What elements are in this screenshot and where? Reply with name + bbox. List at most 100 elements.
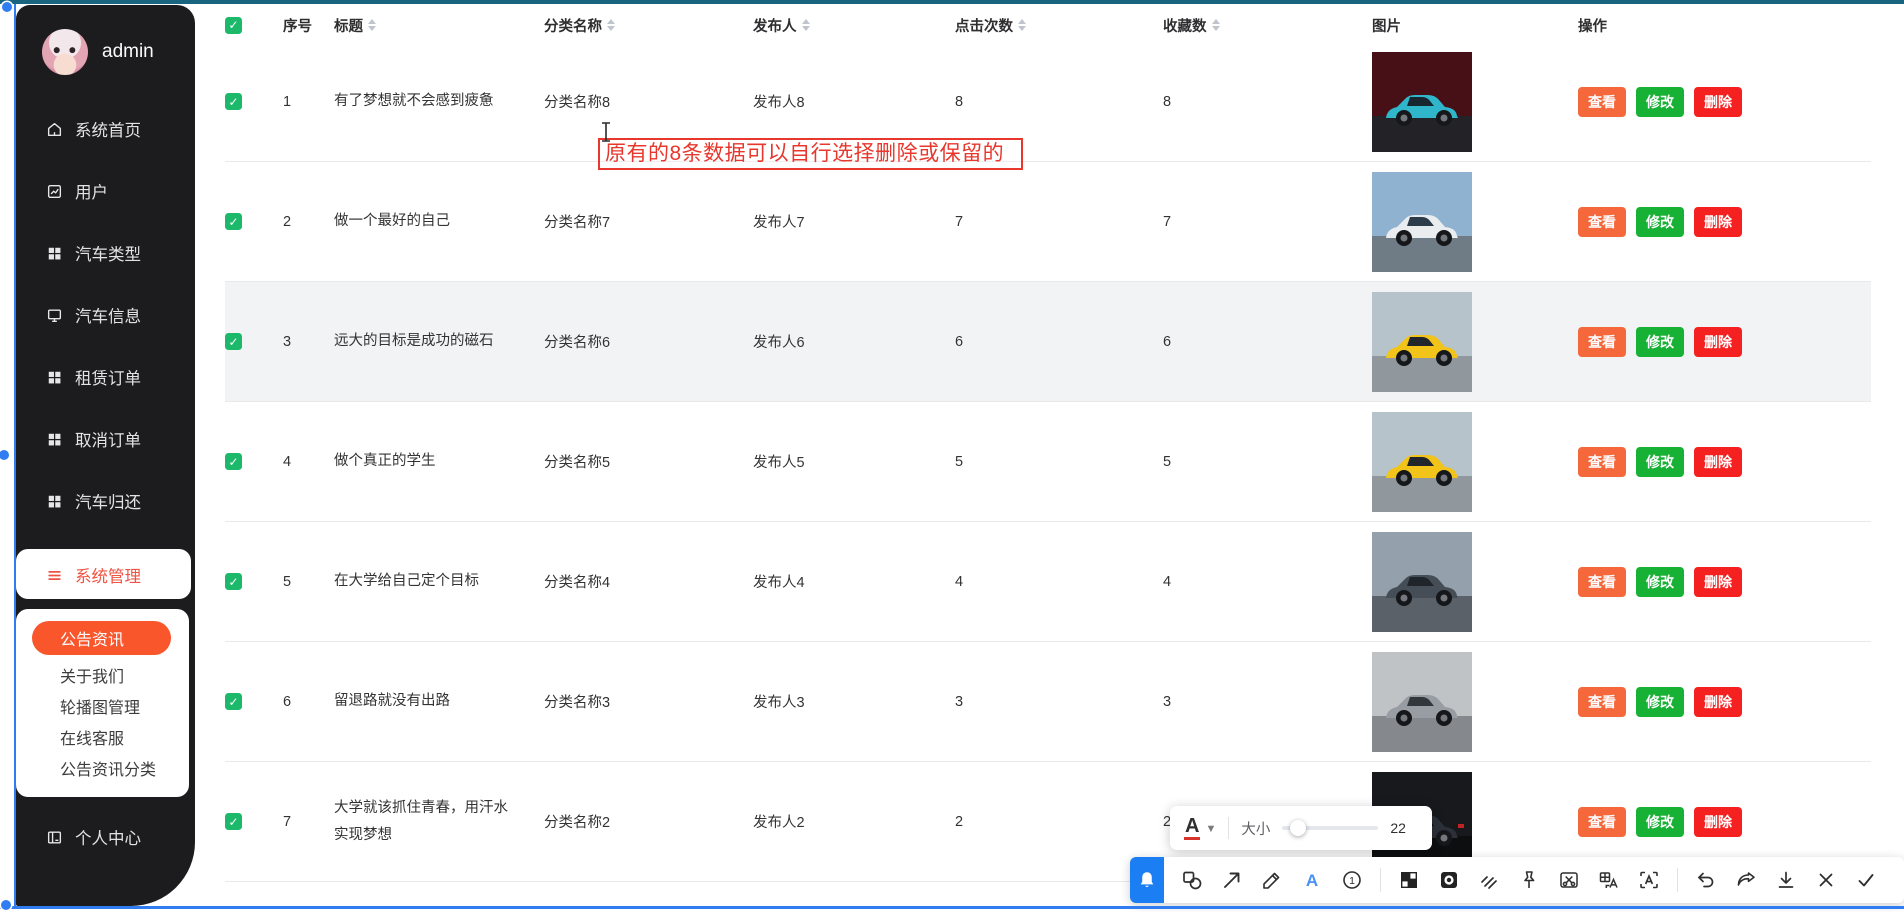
- sort-caret-icon[interactable]: [801, 19, 810, 31]
- sidebar-item-personal-center[interactable]: 个人中心: [16, 823, 195, 851]
- selection-border-bottom[interactable]: [0, 906, 1904, 909]
- select-all-checkbox[interactable]: ✓: [225, 16, 242, 34]
- sidebar-item-7[interactable]: 汽车归还: [16, 487, 195, 515]
- car-image-yellow-hatchback[interactable]: [1372, 291, 1472, 392]
- submenu-item-5[interactable]: 公告资讯分类: [16, 752, 189, 783]
- row-checkbox[interactable]: ✓: [225, 693, 242, 710]
- delete-button[interactable]: 删除: [1694, 686, 1742, 717]
- step-number-icon[interactable]: 1: [1339, 867, 1365, 893]
- sidebar-item-system-management[interactable]: 系统管理: [16, 561, 191, 589]
- delete-button[interactable]: 删除: [1694, 86, 1742, 117]
- car-image-yellow-hatchback[interactable]: [1372, 411, 1472, 512]
- text-icon[interactable]: A: [1299, 867, 1325, 893]
- sidebar-item-3[interactable]: 汽车类型: [16, 239, 195, 267]
- shape-icon[interactable]: [1179, 867, 1205, 893]
- row-publisher: 发布人8: [753, 95, 805, 111]
- blur-icon[interactable]: [1436, 867, 1462, 893]
- row-checkbox[interactable]: ✓: [225, 333, 242, 350]
- download-icon[interactable]: [1773, 867, 1799, 893]
- delete-button[interactable]: 删除: [1694, 566, 1742, 597]
- column-header-clicks[interactable]: 点击次数: [955, 15, 1163, 36]
- row-publisher: 发布人4: [753, 575, 805, 591]
- selection-border-top[interactable]: [0, 0, 1904, 4]
- table-row[interactable]: ✓ 5 在大学给自己定个目标 分类名称4 发布人4 4 4 查看 修改 删除: [225, 522, 1871, 642]
- row-checkbox[interactable]: ✓: [225, 813, 242, 830]
- column-header-category[interactable]: 分类名称: [544, 15, 753, 36]
- font-color-button[interactable]: A: [1184, 816, 1201, 840]
- annotation-text-box[interactable]: 原有的8条数据可以自行选择删除或保留的: [598, 138, 1023, 170]
- delete-button[interactable]: 删除: [1694, 206, 1742, 237]
- delete-button[interactable]: 删除: [1694, 446, 1742, 477]
- table-row[interactable]: ✓ 3 远大的目标是成功的磁石 分类名称6 发布人6 6 6 查看 修改 删除: [225, 282, 1871, 402]
- edit-button[interactable]: 修改: [1636, 566, 1684, 597]
- undo-icon[interactable]: [1693, 867, 1719, 893]
- row-category: 分类名称4: [544, 575, 611, 591]
- user-profile[interactable]: admin: [16, 29, 195, 75]
- sidebar-item-label: 个人中心: [75, 830, 141, 848]
- row-publisher: 发布人6: [753, 335, 805, 351]
- chevron-down-icon[interactable]: ▼: [1205, 823, 1216, 835]
- sidebar-item-4[interactable]: 汽车信息: [16, 301, 195, 329]
- view-button[interactable]: 查看: [1578, 686, 1626, 717]
- row-checkbox[interactable]: ✓: [225, 93, 242, 110]
- redo-icon[interactable]: [1733, 867, 1759, 893]
- row-checkbox[interactable]: ✓: [225, 453, 242, 470]
- selection-handle-left-middle[interactable]: [0, 450, 9, 460]
- sort-caret-icon[interactable]: [1211, 19, 1220, 31]
- column-header-title[interactable]: 标题: [334, 15, 544, 36]
- delete-button[interactable]: 删除: [1694, 326, 1742, 357]
- selection-border-left[interactable]: [14, 4, 16, 907]
- submenu-item-1[interactable]: 公告资讯: [32, 621, 171, 655]
- view-button[interactable]: 查看: [1578, 86, 1626, 117]
- edit-button[interactable]: 修改: [1636, 686, 1684, 717]
- view-button[interactable]: 查看: [1578, 446, 1626, 477]
- car-image-grey-boxy-suv[interactable]: [1372, 651, 1472, 752]
- edit-button[interactable]: 修改: [1636, 86, 1684, 117]
- selection-handle-top-left[interactable]: [2, 2, 12, 12]
- sidebar-item-1[interactable]: 系统首页: [16, 115, 195, 143]
- edit-button[interactable]: 修改: [1636, 446, 1684, 477]
- translate-icon[interactable]: [1596, 867, 1622, 893]
- row-checkbox[interactable]: ✓: [225, 573, 242, 590]
- edit-button[interactable]: 修改: [1636, 206, 1684, 237]
- hatch-icon[interactable]: [1476, 867, 1502, 893]
- column-header-favorites[interactable]: 收藏数: [1163, 15, 1372, 36]
- sidebar-item-6[interactable]: 取消订单: [16, 425, 195, 453]
- close-icon[interactable]: [1813, 867, 1839, 893]
- column-header-publisher[interactable]: 发布人: [753, 15, 955, 36]
- sidebar-item-5[interactable]: 租赁订单: [16, 363, 195, 391]
- car-image-white-convertible-on-road[interactable]: [1372, 171, 1472, 272]
- confirm-icon[interactable]: [1853, 867, 1879, 893]
- mosaic-icon[interactable]: [1396, 867, 1422, 893]
- car-image-grey-sedan-on-road[interactable]: [1372, 531, 1472, 632]
- submenu-item-2[interactable]: 关于我们: [16, 659, 189, 690]
- car-image-teal-sports-car-dark-red-bg[interactable]: [1372, 51, 1472, 152]
- table-row[interactable]: ✓ 2 做一个最好的自己 分类名称7 发布人7 7 7 查看 修改 删除: [225, 162, 1871, 282]
- table-row[interactable]: ✓ 1 有了梦想就不会感到疲惫 分类名称8 发布人8 8 8 查看 修改 删除: [225, 42, 1871, 162]
- sort-caret-icon[interactable]: [368, 19, 376, 31]
- delete-button[interactable]: 删除: [1694, 806, 1742, 837]
- cut-icon[interactable]: [1556, 867, 1582, 893]
- sort-caret-icon[interactable]: [1018, 19, 1026, 31]
- view-button[interactable]: 查看: [1578, 326, 1626, 357]
- pin-icon[interactable]: [1516, 867, 1542, 893]
- font-size-slider[interactable]: [1282, 820, 1379, 836]
- slider-handle[interactable]: [1289, 820, 1306, 836]
- pencil-icon[interactable]: [1259, 867, 1285, 893]
- view-button[interactable]: 查看: [1578, 206, 1626, 237]
- sort-caret-icon[interactable]: [607, 19, 615, 31]
- view-button[interactable]: 查看: [1578, 566, 1626, 597]
- sidebar-item-2[interactable]: 用户: [16, 177, 195, 205]
- view-button[interactable]: 查看: [1578, 806, 1626, 837]
- table-row[interactable]: ✓ 4 做个真正的学生 分类名称5 发布人5 5 5 查看 修改 删除: [225, 402, 1871, 522]
- submenu-item-3[interactable]: 轮播图管理: [16, 690, 189, 721]
- edit-button[interactable]: 修改: [1636, 326, 1684, 357]
- table-row[interactable]: ✓ 6 留退路就没有出路 分类名称3 发布人3 3 3 查看 修改 删除: [225, 642, 1871, 762]
- row-checkbox[interactable]: ✓: [225, 213, 242, 230]
- edit-button[interactable]: 修改: [1636, 806, 1684, 837]
- arrow-icon[interactable]: [1219, 867, 1245, 893]
- submenu-item-4[interactable]: 在线客服: [16, 721, 189, 752]
- bell-icon[interactable]: [1130, 857, 1164, 903]
- ocr-icon[interactable]: [1636, 867, 1662, 893]
- selection-handle-bottom-left[interactable]: [1, 900, 11, 910]
